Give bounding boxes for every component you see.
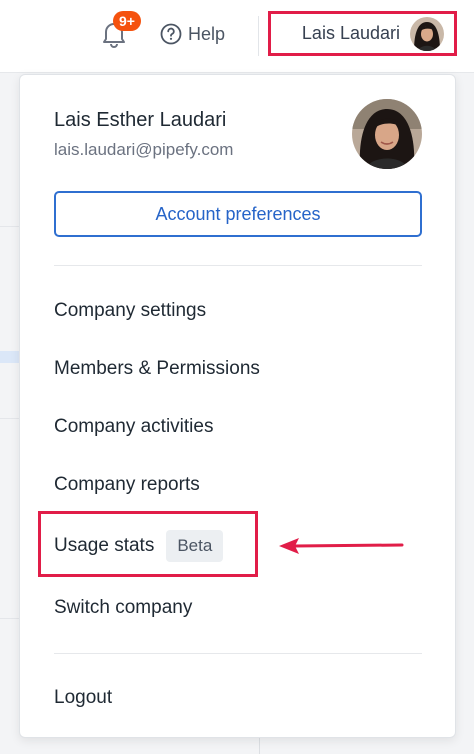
profile-name: Lais Esther Laudari bbox=[54, 109, 227, 131]
menu-item-company-activities[interactable]: Company activities bbox=[54, 412, 213, 442]
menu-divider bbox=[54, 653, 422, 654]
menu-item-company-settings[interactable]: Company settings bbox=[54, 296, 206, 326]
account-preferences-button[interactable]: Account preferences bbox=[54, 191, 422, 237]
notification-count-badge[interactable]: 9+ bbox=[113, 11, 141, 31]
avatar bbox=[352, 99, 422, 169]
menu-item-switch-company[interactable]: Switch company bbox=[54, 593, 192, 623]
user-name-label: Lais Laudari bbox=[301, 23, 400, 43]
profile-email: lais.laudari@pipefy.com bbox=[54, 140, 234, 159]
background-divider bbox=[259, 738, 260, 754]
user-dropdown-menu: Lais Esther Laudari lais.laudari@pipefy.… bbox=[19, 74, 456, 738]
background-selection bbox=[0, 351, 20, 363]
arrow-left-icon bbox=[278, 536, 404, 561]
help-circle-icon bbox=[160, 23, 182, 45]
avatar bbox=[410, 16, 444, 51]
menu-divider bbox=[54, 265, 422, 266]
user-menu-button[interactable]: Lais Laudari bbox=[268, 11, 457, 56]
background-divider bbox=[0, 618, 19, 619]
background-divider bbox=[0, 226, 19, 227]
help-label: Help bbox=[188, 23, 226, 44]
menu-item-members-permissions[interactable]: Members & Permissions bbox=[54, 354, 260, 384]
background-divider bbox=[0, 418, 19, 419]
menu-item-company-reports[interactable]: Company reports bbox=[54, 470, 200, 500]
menu-item-logout[interactable]: Logout bbox=[54, 683, 112, 713]
top-bar: 9+ Help Lais Laudari bbox=[0, 0, 474, 73]
topbar-divider bbox=[258, 16, 259, 56]
help-button[interactable]: Help bbox=[160, 21, 225, 47]
annotation-highlight-box bbox=[38, 511, 258, 577]
